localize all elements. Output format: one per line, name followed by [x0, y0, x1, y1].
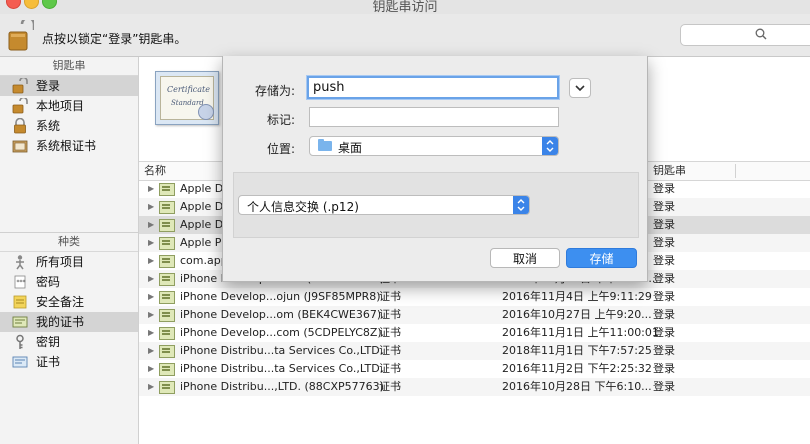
sidebar-item-label: 密码 [36, 275, 61, 289]
tags-field[interactable] [309, 107, 559, 127]
folder-icon [318, 139, 332, 151]
unlock-icon [12, 78, 28, 94]
cancel-button[interactable]: 取消 [490, 248, 560, 268]
disclosure-triangle-icon[interactable]: ▶ [148, 198, 154, 216]
certificate-icon [12, 356, 28, 368]
location-popup[interactable]: 桌面 [309, 136, 559, 156]
sidebar: 钥匙串 登录 本地项目 系统 系统根证书 种类 所有项目 *** 密码 安全备注… [0, 57, 139, 444]
sidebar-item-secure-notes[interactable]: 安全备注 [0, 292, 138, 312]
unlock-icon [12, 98, 28, 114]
sidebar-item-login[interactable]: 登录 [0, 76, 138, 96]
certificate-icon [159, 273, 175, 286]
note-icon [13, 295, 27, 309]
certificate-icon [159, 255, 175, 268]
disclosure-triangle-icon[interactable]: ▶ [148, 216, 154, 234]
location-label: 位置: [266, 142, 295, 156]
keychains-header: 钥匙串 [0, 57, 138, 76]
disclosure-triangle-icon[interactable]: ▶ [148, 234, 154, 252]
search-field[interactable] [680, 24, 810, 46]
popup-arrows-icon [542, 137, 558, 155]
table-row[interactable]: ▶ iPhone Develop...om (BEK4CWE367) 证书 2016… [139, 306, 810, 324]
lock-message: 点按以锁定“登录”钥匙串。 [42, 32, 187, 46]
column-header-name[interactable]: 名称 [144, 162, 166, 180]
sidebar-item-my-certificates[interactable]: 我的证书 [0, 312, 138, 332]
cabinet-icon [12, 140, 28, 153]
sidebar-item-system-roots[interactable]: 系统根证书 [0, 136, 138, 156]
disclosure-triangle-icon[interactable]: ▶ [148, 288, 154, 306]
sidebar-item-local-items[interactable]: 本地项目 [0, 96, 138, 116]
password-icon: *** [14, 275, 26, 289]
certificate-icon [159, 237, 175, 250]
table-row[interactable]: ▶ iPhone Develop...ojun (J9SF85MPR8) 证书 20… [139, 288, 810, 306]
sidebar-item-label: 我的证书 [36, 315, 85, 329]
sidebar-item-all-items[interactable]: 所有项目 [0, 252, 138, 272]
expand-sheet-button[interactable] [569, 78, 591, 98]
certificate-icon [159, 291, 175, 304]
save-button[interactable]: 存储 [566, 248, 637, 268]
svg-text:***: *** [17, 279, 26, 286]
sidebar-item-system[interactable]: 系统 [0, 116, 138, 136]
sidebar-item-keys[interactable]: 密钥 [0, 332, 138, 352]
toolbar: 点按以锁定“登录”钥匙串。 [0, 14, 810, 57]
sidebar-item-label: 系统 [36, 119, 61, 133]
sidebar-item-label: 安全备注 [36, 295, 85, 309]
column-header-keychain[interactable]: 钥匙串 [653, 162, 686, 180]
sidebar-item-label: 所有项目 [36, 255, 85, 269]
save-as-field[interactable] [307, 76, 559, 99]
sidebar-item-label: 本地项目 [36, 99, 85, 113]
file-format-value: 个人信息交换 (.p12) [247, 200, 359, 214]
key-icon [16, 334, 24, 349]
table-row[interactable]: ▶ iPhone Distribu...,LTD. (88CXP57763) 证书… [139, 378, 810, 396]
format-options-area: 个人信息交换 (.p12) [233, 172, 639, 238]
table-row[interactable]: ▶ iPhone Distribu...ta Services Co.,LTD.… [139, 360, 810, 378]
tags-label: 标记: [266, 113, 295, 127]
title-bar: 钥匙串访问 [0, 0, 810, 15]
table-row[interactable]: ▶ iPhone Distribu...ta Services Co.,LTD.… [139, 342, 810, 360]
popup-arrows-icon [513, 196, 529, 214]
disclosure-triangle-icon[interactable]: ▶ [148, 252, 154, 270]
certificate-icon [159, 219, 175, 232]
table-row[interactable]: ▶ iPhone Develop...com (5CDPELYC8Z) 证书 201… [139, 324, 810, 342]
disclosure-triangle-icon[interactable]: ▶ [148, 306, 154, 324]
my-cert-icon [12, 316, 28, 328]
categories-header: 种类 [0, 233, 138, 252]
disclosure-triangle-icon[interactable]: ▶ [148, 378, 154, 396]
save-sheet: 存储为: 标记: 位置: 桌面 个人信息交换 (.p12) 取消 存储 [222, 56, 648, 282]
sidebar-item-label: 登录 [36, 79, 61, 93]
certificate-icon [159, 201, 175, 214]
certificate-icon [159, 309, 175, 322]
disclosure-triangle-icon[interactable]: ▶ [148, 270, 154, 288]
sidebar-item-certificates[interactable]: 证书 [0, 352, 138, 372]
disclosure-triangle-icon[interactable]: ▶ [148, 324, 154, 342]
location-value: 桌面 [338, 141, 363, 155]
unlock-icon[interactable] [8, 20, 34, 52]
sidebar-divider [0, 156, 138, 233]
disclosure-triangle-icon[interactable]: ▶ [148, 342, 154, 360]
sidebar-item-label: 系统根证书 [36, 139, 97, 153]
certificate-icon [159, 327, 175, 340]
all-items-icon [16, 255, 24, 270]
chevron-down-icon [575, 85, 585, 92]
sidebar-item-passwords[interactable]: *** 密码 [0, 272, 138, 292]
certificate-preview-icon: Certificate Standard [155, 71, 219, 125]
certificate-icon [159, 183, 175, 196]
window-title: 钥匙串访问 [372, 0, 438, 15]
save-as-label: 存储为: [254, 84, 295, 98]
tags-input[interactable] [310, 108, 558, 126]
search-icon [755, 28, 767, 40]
sidebar-item-label: 证书 [36, 355, 61, 369]
certificate-icon [159, 363, 175, 376]
lock-icon [14, 118, 26, 134]
certificate-icon [159, 381, 175, 394]
save-as-input[interactable] [309, 78, 557, 97]
certificate-icon [159, 345, 175, 358]
disclosure-triangle-icon[interactable]: ▶ [148, 360, 154, 378]
disclosure-triangle-icon[interactable]: ▶ [148, 180, 154, 198]
file-format-popup[interactable]: 个人信息交换 (.p12) [238, 195, 530, 215]
sidebar-item-label: 密钥 [36, 335, 61, 349]
